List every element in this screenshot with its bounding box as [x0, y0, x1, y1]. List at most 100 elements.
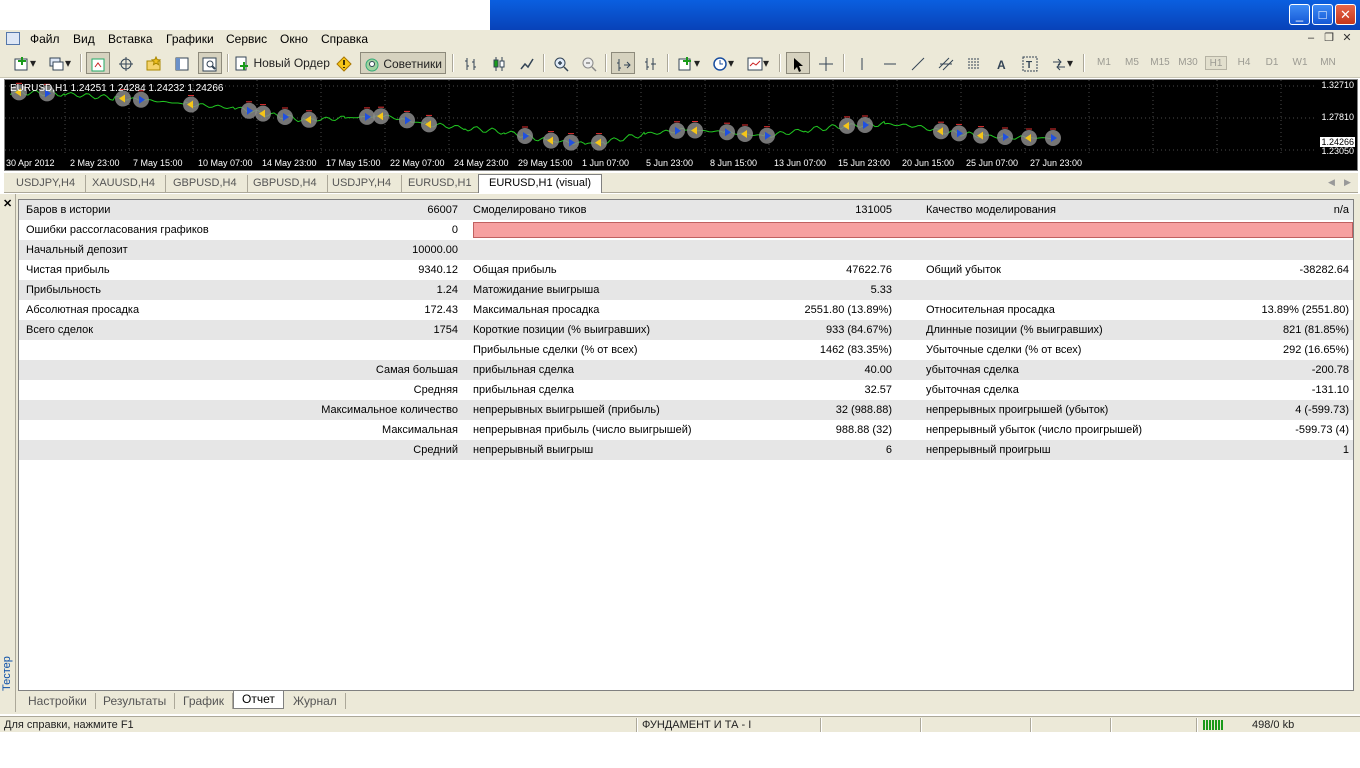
horizontal-line-button[interactable] [878, 52, 902, 74]
maximize-button[interactable]: □ [1312, 4, 1333, 25]
new-chart-button[interactable]: ▾ [8, 52, 42, 74]
crosshair-button[interactable] [814, 52, 838, 74]
tab-usdjpy-h4-2[interactable]: USDJPY,H4 [322, 175, 403, 192]
tab-scroll-right-icon[interactable]: ▶ [1344, 177, 1351, 188]
timeframe-m5[interactable]: M5 [1121, 56, 1143, 70]
tab-xauusd-h4[interactable]: XAUUSD,H4 [82, 175, 166, 192]
text-label-button[interactable]: T [1018, 52, 1042, 74]
profiles-button[interactable]: ▾ [44, 52, 76, 74]
label-average-profit-trade: прибыльная сделка [473, 384, 575, 396]
terminal-window-icon [175, 57, 189, 71]
vertical-line-button[interactable] [850, 52, 874, 74]
close-button[interactable]: ✕ [1335, 4, 1356, 25]
report-row: Прибыльность 1.24 Матожидание выигрыша 5… [19, 280, 1353, 300]
templates-button[interactable]: ▾ [742, 52, 774, 74]
line-chart-button[interactable] [515, 52, 539, 74]
label-gross-profit: Общая прибыль [473, 264, 557, 276]
profiles-icon [49, 57, 64, 71]
menu-charts[interactable]: Графики [164, 31, 216, 47]
new-order-button[interactable]: Новый Ордер [234, 52, 330, 74]
close-panel-icon[interactable]: ✕ [3, 197, 12, 210]
terminal-button[interactable] [170, 52, 194, 74]
periods-button[interactable]: ▾ [708, 52, 738, 74]
tester-side-strip: ✕ Тестер [0, 194, 16, 712]
candlestick-button[interactable] [487, 52, 511, 74]
timeframe-m1[interactable]: M1 [1093, 56, 1115, 70]
tab-eurusd-h1-visual[interactable]: EURUSD,H1 (visual) [478, 174, 603, 193]
auto-trading-alert-button[interactable] [332, 52, 356, 74]
timeframe-m15[interactable]: M15 [1149, 56, 1171, 70]
current-price-badge: 1.24266 [1320, 137, 1355, 147]
menu-tools[interactable]: Сервис [224, 31, 269, 47]
status-traffic: 498/0 kb [1252, 719, 1295, 731]
label-bars-in-history: Баров в истории [26, 204, 111, 216]
connection-bars-icon [1203, 720, 1223, 730]
indicators-button[interactable]: ▾ [674, 52, 704, 74]
expert-advisors-button[interactable]: Советники [360, 52, 446, 74]
report-row: Средний непрерывный выигрыш 6 непрерывны… [19, 440, 1353, 460]
text-button[interactable]: A [990, 52, 1014, 74]
menu-bar: Файл Вид Вставка Графики Сервис Окно Спр… [0, 30, 1360, 48]
expert-advisors-label: Советники [383, 57, 442, 71]
bar-chart-button[interactable] [459, 52, 483, 74]
timeframe-d1[interactable]: D1 [1261, 56, 1283, 70]
label-consecutive-profit: непрерывная прибыль (число выигрышей) [473, 424, 692, 436]
market-watch-button[interactable] [86, 52, 110, 74]
arrows-button[interactable]: ▾ [1046, 52, 1078, 74]
bar-chart-icon [465, 57, 476, 70]
value-bars-in-history: 66007 [427, 204, 458, 216]
tab-eurusd-h1[interactable]: EURUSD,H1 [398, 175, 483, 192]
report-row: Самая большая прибыльная сделка 40.00 уб… [19, 360, 1353, 380]
timeframe-w1[interactable]: W1 [1289, 56, 1311, 70]
menu-help[interactable]: Справка [319, 31, 370, 47]
menu-insert[interactable]: Вставка [106, 31, 155, 47]
star-folder-icon [146, 55, 162, 71]
fibonacci-button[interactable] [962, 52, 986, 74]
menu-window[interactable]: Окно [278, 31, 310, 47]
tab-graph[interactable]: График [175, 693, 233, 709]
tab-scroll-left-icon[interactable]: ◀ [1328, 177, 1335, 188]
mdi-close-icon[interactable]: ✕ [1340, 31, 1354, 45]
report-row: Баров в истории 66007 Смоделировано тико… [19, 200, 1353, 220]
strategy-tester-button[interactable] [198, 52, 222, 74]
status-help-text: Для справки, нажмите F1 [4, 719, 134, 731]
vertical-line-icon [861, 57, 863, 70]
cursor-button[interactable] [786, 52, 810, 74]
report-row: Прибыльные сделки (% от всех) 1462 (83.3… [19, 340, 1353, 360]
equidistant-channel-button[interactable] [934, 52, 958, 74]
trend-line-button[interactable] [906, 52, 930, 74]
minimize-button[interactable]: _ [1289, 4, 1310, 25]
timeframe-mn[interactable]: MN [1317, 56, 1339, 70]
auto-scroll-button[interactable] [611, 52, 635, 74]
chart-shift-button[interactable] [639, 52, 663, 74]
zoom-in-button[interactable] [549, 52, 573, 74]
menu-view[interactable]: Вид [71, 31, 97, 47]
status-separator [1110, 718, 1112, 732]
price-chart[interactable]: EURUSD,H1 1.24251 1.24284 1.24232 1.2426… [4, 79, 1358, 171]
label-profit-factor: Прибыльность [26, 284, 101, 296]
time-axis-label: 5 Jun 23:00 [646, 158, 694, 168]
navigator-button[interactable] [142, 52, 166, 74]
mdi-restore-icon[interactable]: ❐ [1322, 31, 1336, 45]
zoom-out-button[interactable] [577, 52, 601, 74]
tab-report[interactable]: Отчет [233, 691, 284, 709]
tab-settings[interactable]: Настройки [20, 693, 96, 709]
tab-usdjpy-h4[interactable]: USDJPY,H4 [6, 175, 87, 192]
tab-gbpusd-h4[interactable]: GBPUSD,H4 [163, 175, 248, 192]
tab-results[interactable]: Результаты [95, 693, 176, 709]
tab-journal[interactable]: Журнал [285, 693, 346, 709]
mdi-minimize-icon[interactable]: – [1304, 31, 1318, 45]
app-icon[interactable] [6, 32, 20, 45]
label-short-positions: Короткие позиции (% выигравших) [473, 324, 651, 336]
data-window-button[interactable] [114, 52, 138, 74]
menu-file[interactable]: Файл [28, 31, 62, 47]
tab-gbpusd-h4-2[interactable]: GBPUSD,H4 [243, 175, 328, 192]
timeframe-h1[interactable]: H1 [1205, 56, 1227, 70]
timeframe-h4[interactable]: H4 [1233, 56, 1255, 70]
report-row: Ошибки рассогласования графиков 0 [19, 220, 1353, 240]
label-initial-deposit: Начальный депозит [26, 244, 128, 256]
chart-symbol-info: EURUSD,H1 1.24251 1.24284 1.24232 1.2426… [10, 83, 224, 94]
timeframe-m30[interactable]: M30 [1177, 56, 1199, 70]
time-axis-label: 22 May 07:00 [390, 158, 445, 168]
price-scale-label: 1.23050 [1321, 146, 1354, 156]
